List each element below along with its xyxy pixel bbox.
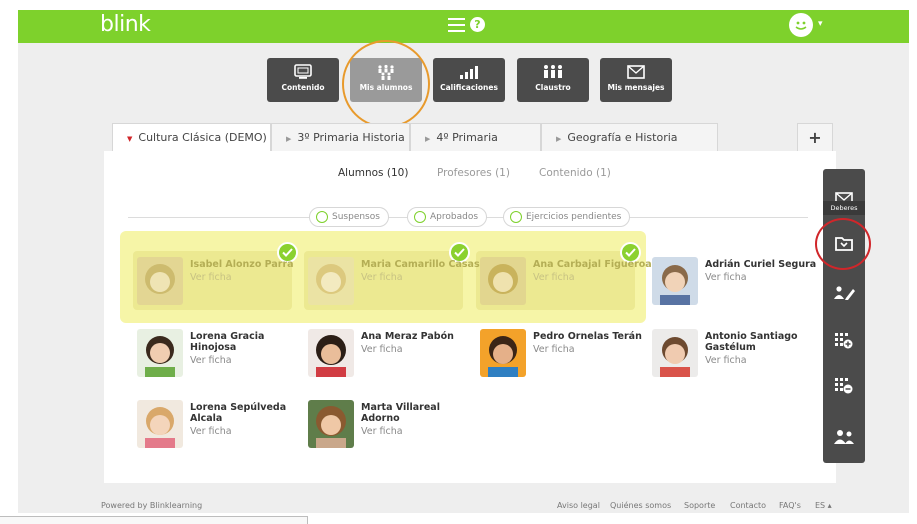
filter-suspensos[interactable]: Suspensos bbox=[309, 207, 389, 227]
envelope-icon bbox=[627, 65, 645, 79]
subtab-contenido[interactable]: Contenido (1) bbox=[539, 167, 611, 179]
student-photo bbox=[480, 329, 526, 377]
student-card[interactable]: Adrián Curiel Segura Ver ficha bbox=[652, 257, 822, 307]
caret-right-icon: ▶ bbox=[425, 135, 431, 143]
help-icon[interactable]: ? bbox=[470, 17, 485, 32]
footer-link-quienes-somos[interactable]: Quiénes somos bbox=[610, 501, 671, 510]
student-photo bbox=[137, 257, 183, 305]
caret-down-icon: ▼ bbox=[127, 135, 133, 143]
student-photo bbox=[652, 257, 698, 305]
ver-ficha-link[interactable]: Ver ficha bbox=[533, 272, 575, 283]
student-photo bbox=[137, 400, 183, 448]
student-photo bbox=[308, 329, 354, 377]
caret-right-icon: ▶ bbox=[556, 135, 562, 143]
course-tab-geografia[interactable]: ▶Geografía e Historia (DEMO) bbox=[541, 123, 718, 173]
student-card[interactable]: Pedro Ornelas Terán Ver ficha bbox=[480, 329, 650, 379]
nav-mis-mensajes-button[interactable]: Mis mensajes bbox=[600, 58, 672, 102]
course-tab-3-primaria[interactable]: ▶ 3º Primaria Historia bbox=[271, 123, 410, 151]
teachers-icon bbox=[544, 65, 562, 78]
add-tab-button[interactable]: + bbox=[797, 123, 833, 151]
student-card[interactable]: Ana Carbajal Figueroa Ver ficha bbox=[480, 257, 652, 307]
footer-link-aviso-legal[interactable]: Aviso legal bbox=[557, 501, 600, 510]
nav-contenido-button[interactable]: Contenido bbox=[267, 58, 339, 102]
ver-ficha-link[interactable]: Ver ficha bbox=[361, 344, 403, 355]
radio-icon bbox=[316, 211, 328, 223]
filter-ejercicios-pendientes[interactable]: Ejercicios pendientes bbox=[503, 207, 631, 227]
language-selector[interactable]: ES ▴ bbox=[815, 501, 832, 510]
student-card[interactable]: Isabel Alonzo Parra Ver ficha bbox=[137, 257, 307, 307]
brand-logo[interactable]: blink bbox=[100, 12, 151, 37]
footer-link-contacto[interactable]: Contacto bbox=[730, 501, 766, 510]
ver-ficha-link[interactable]: Ver ficha bbox=[361, 272, 403, 283]
smiley-avatar-icon[interactable] bbox=[789, 13, 813, 37]
bar-chart-icon bbox=[460, 66, 478, 79]
caret-right-icon: ▶ bbox=[286, 135, 292, 143]
student-photo bbox=[137, 329, 183, 377]
nav-calificaciones-button[interactable]: Calificaciones bbox=[433, 58, 505, 102]
top-bar: blink ? ▾ bbox=[18, 10, 909, 43]
nav-mis-alumnos-button[interactable]: Mis alumnos bbox=[350, 58, 422, 102]
footer-link-faqs[interactable]: FAQ's bbox=[779, 501, 801, 510]
groups-icon[interactable] bbox=[823, 421, 865, 457]
filter-aprobados[interactable]: Aprobados bbox=[407, 207, 488, 227]
radio-icon bbox=[510, 211, 522, 223]
grid-add-icon[interactable] bbox=[823, 324, 865, 360]
ver-ficha-link[interactable]: Ver ficha bbox=[705, 272, 747, 283]
course-tab-4-primaria[interactable]: ▶4º Primaria Historia bbox=[410, 123, 541, 173]
hamburger-icon[interactable] bbox=[448, 18, 465, 32]
ver-ficha-link[interactable]: Ver ficha bbox=[533, 344, 575, 355]
course-tab-cultura-clasica[interactable]: ▼ Cultura Clásica (DEMO) bbox=[112, 123, 271, 153]
student-photo bbox=[652, 329, 698, 377]
student-photo bbox=[308, 400, 354, 448]
student-photo bbox=[480, 257, 526, 305]
ver-ficha-link[interactable]: Ver ficha bbox=[705, 355, 747, 366]
student-photo bbox=[308, 257, 354, 305]
student-card[interactable]: Marta Villareal Adorno Ver ficha bbox=[308, 400, 478, 450]
student-card[interactable]: Ana Meraz Pabón Ver ficha bbox=[308, 329, 478, 379]
ver-ficha-link[interactable]: Ver ficha bbox=[190, 272, 232, 283]
status-bar bbox=[0, 516, 308, 524]
homework-icon[interactable] bbox=[823, 226, 865, 262]
ver-ficha-link[interactable]: Ver ficha bbox=[190, 426, 232, 437]
powered-by[interactable]: Powered by Blinklearning bbox=[101, 501, 202, 510]
student-card[interactable]: Maria Camarillo Casas Ver ficha bbox=[308, 257, 480, 307]
chevron-down-icon[interactable]: ▾ bbox=[818, 19, 823, 29]
nav-claustro-button[interactable]: Claustro bbox=[517, 58, 589, 102]
student-card[interactable]: Lorena Sepúlveda Alcala Ver ficha bbox=[137, 400, 307, 450]
student-card[interactable]: Lorena Gracia Hinojosa Ver ficha bbox=[137, 329, 307, 379]
grid-remove-icon[interactable] bbox=[823, 369, 865, 405]
ver-ficha-link[interactable]: Ver ficha bbox=[190, 355, 232, 366]
footer-link-soporte[interactable]: Soporte bbox=[684, 501, 715, 510]
subtab-alumnos[interactable]: Alumnos (10) bbox=[338, 167, 408, 179]
subtab-profesores[interactable]: Profesores (1) bbox=[437, 167, 510, 179]
radio-icon bbox=[414, 211, 426, 223]
students-icon bbox=[378, 64, 394, 80]
edit-students-icon[interactable] bbox=[823, 277, 865, 313]
student-card[interactable]: Antonio Santiago Gastélum Ver ficha bbox=[652, 329, 822, 379]
ver-ficha-link[interactable]: Ver ficha bbox=[361, 426, 403, 437]
deberes-tooltip: Deberes bbox=[823, 201, 865, 215]
screen-icon bbox=[294, 64, 312, 79]
